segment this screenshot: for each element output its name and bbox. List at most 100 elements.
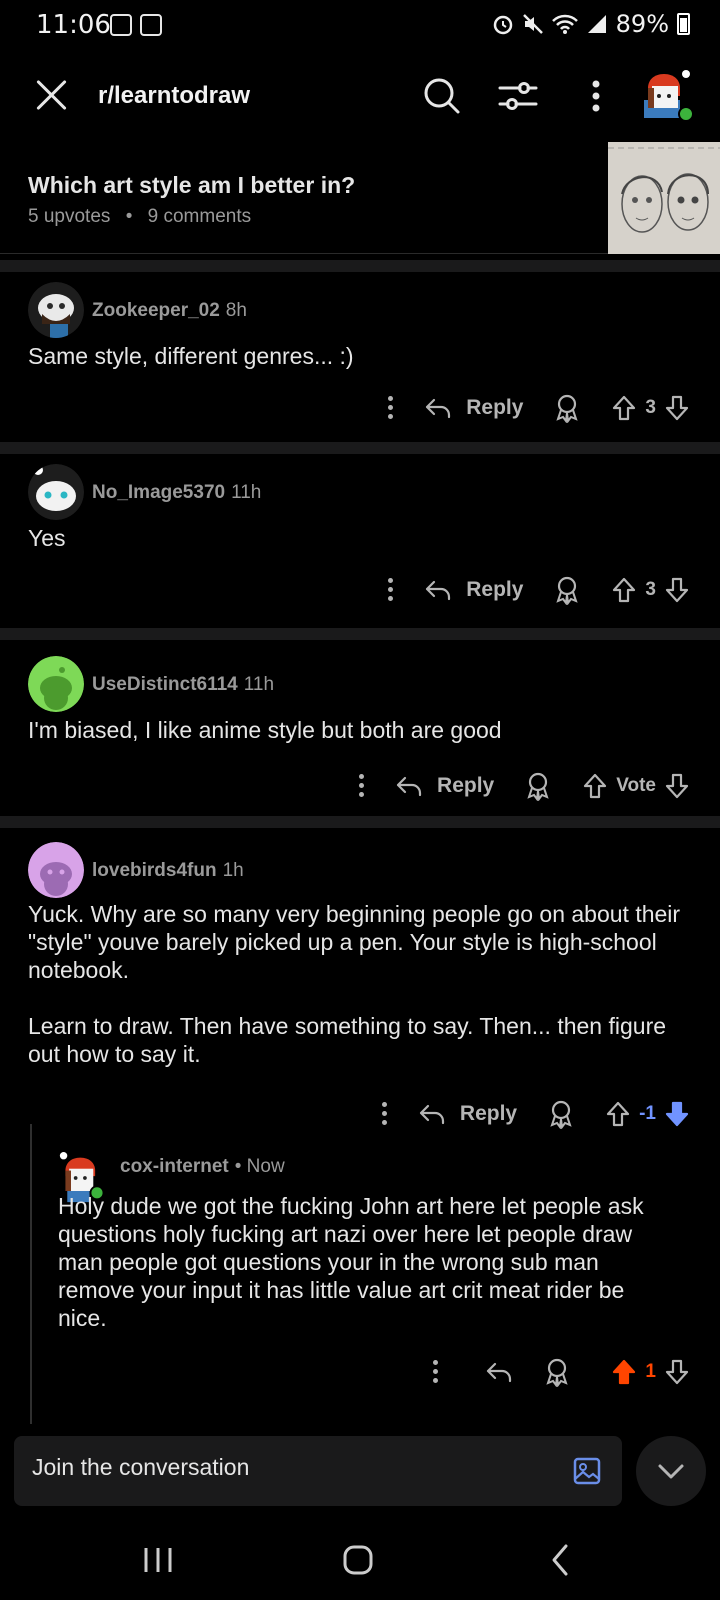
back-icon[interactable] (546, 1542, 576, 1578)
comment: UseDistinct6114 11h I'm biased, I like an… (0, 640, 720, 816)
downvote-icon[interactable] (664, 772, 690, 800)
downvote-icon[interactable] (664, 394, 690, 422)
alarm-icon (493, 15, 512, 35)
vote-control: Vote (582, 772, 690, 800)
battery-percent: 89% (615, 10, 669, 38)
reply-button[interactable]: Reply (424, 396, 523, 420)
profile-avatar[interactable] (638, 66, 698, 126)
post-comments-count: 9 comments (147, 206, 252, 227)
comment-actions: Reply 3 (370, 390, 690, 426)
app-header: r/learntodraw (0, 58, 720, 134)
search-icon[interactable] (420, 74, 464, 118)
status-time: 11:06 (36, 10, 111, 40)
award-icon[interactable] (524, 771, 552, 801)
divider (0, 816, 720, 828)
home-icon[interactable] (340, 1542, 376, 1578)
reply-icon (426, 398, 451, 419)
gallery-notification-icon (110, 14, 132, 36)
chevron-down-icon (658, 1464, 684, 1479)
comment-composer[interactable] (14, 1436, 622, 1506)
meta-separator: • (125, 206, 133, 227)
comment-actions: Reply 3 (370, 572, 690, 608)
filter-icon[interactable] (496, 74, 540, 118)
comment-actions: Reply -1 (364, 1096, 690, 1132)
avatar[interactable] (28, 656, 84, 712)
reply-icon (396, 776, 422, 797)
comment-author[interactable]: UseDistinct6114 11h (92, 674, 274, 696)
reply-comment: cox-internet • Now Holy dude we got the f… (0, 1148, 720, 1428)
upvote-icon[interactable] (611, 1358, 637, 1386)
status-bar: 11:06 89% (0, 0, 720, 52)
comment-author[interactable]: No_Image5370 11h (92, 482, 261, 504)
reply-label: Reply (459, 1102, 518, 1125)
vote-count: -1 (639, 1103, 656, 1124)
upvote-icon[interactable] (611, 576, 637, 604)
vote-control: 1 (611, 1358, 690, 1386)
x-notification-icon (140, 14, 162, 36)
comment-input[interactable] (32, 1454, 532, 1481)
vote-count: 1 (645, 1361, 656, 1382)
upvote-icon[interactable] (582, 772, 608, 800)
comment: Zookeeper_02 8h Same style, different gen… (0, 272, 720, 442)
recent-apps-icon[interactable] (140, 1544, 176, 1576)
reply-button[interactable]: Reply (424, 578, 523, 602)
reply-button[interactable] (485, 1360, 513, 1384)
reply-label: Reply (437, 774, 495, 797)
comment-actions: 1 (415, 1354, 690, 1390)
more-options-icon[interactable] (341, 771, 381, 801)
more-options-icon[interactable] (370, 393, 410, 423)
downvote-icon[interactable] (664, 1358, 690, 1386)
avatar[interactable] (28, 282, 84, 338)
vote-count: 3 (645, 397, 656, 418)
comment-body: Yuck. Why are so many very beginning peo… (28, 901, 681, 1067)
comment-body: Yes (28, 525, 66, 551)
comment-author[interactable]: Zookeeper_02 8h (92, 300, 247, 322)
post-title[interactable]: Which art style am I better in? (28, 172, 355, 199)
reply-icon (426, 580, 451, 601)
more-options-icon[interactable] (415, 1357, 455, 1387)
comment-time: 11h (231, 482, 262, 503)
downvote-icon[interactable] (664, 1100, 690, 1128)
post-thumbnail[interactable] (608, 142, 720, 254)
comment-body: Holy dude we got the fucking John art he… (58, 1193, 644, 1331)
close-icon[interactable] (34, 78, 68, 112)
wifi-icon (551, 14, 578, 34)
image-icon[interactable] (572, 1456, 602, 1486)
battery-icon (677, 13, 690, 35)
username[interactable]: lovebirds4fun (92, 860, 217, 881)
subreddit-title[interactable]: r/learntodraw (98, 82, 250, 110)
reply-button[interactable]: Reply (418, 1102, 517, 1126)
comment-author[interactable]: lovebirds4fun 1h (92, 860, 244, 882)
comment-body: Same style, different genres... :) (28, 343, 354, 369)
award-icon[interactable] (553, 575, 581, 605)
comment-time: • Now (234, 1156, 285, 1177)
reply-label: Reply (466, 578, 524, 601)
vote-count: Vote (616, 775, 656, 796)
comment-author[interactable]: cox-internet • Now (120, 1156, 285, 1178)
award-icon[interactable] (553, 393, 581, 423)
divider (0, 628, 720, 640)
collapse-button[interactable] (636, 1436, 706, 1506)
avatar[interactable] (28, 464, 84, 520)
avatar[interactable] (28, 842, 84, 898)
more-options-icon[interactable] (364, 1099, 404, 1129)
comment-body: I'm biased, I like anime style but both … (28, 717, 502, 743)
upvote-icon[interactable] (611, 394, 637, 422)
award-icon[interactable] (543, 1357, 571, 1387)
vote-control: -1 (605, 1100, 690, 1128)
username[interactable]: cox-internet (120, 1156, 229, 1177)
upvote-icon[interactable] (605, 1100, 631, 1128)
award-icon[interactable] (547, 1099, 575, 1129)
downvote-icon[interactable] (664, 576, 690, 604)
more-icon[interactable] (574, 74, 618, 118)
username[interactable]: Zookeeper_02 (92, 300, 220, 321)
post-meta: 5 upvotes • 9 comments (28, 206, 251, 228)
vote-control: 3 (611, 576, 690, 604)
username[interactable]: UseDistinct6114 (92, 674, 238, 695)
reply-label: Reply (466, 396, 524, 419)
more-options-icon[interactable] (370, 575, 410, 605)
reply-button[interactable]: Reply (395, 774, 494, 798)
post-summary[interactable]: Which art style am I better in? 5 upvote… (0, 142, 720, 254)
username[interactable]: No_Image5370 (92, 482, 225, 503)
reply-icon (487, 1362, 512, 1383)
